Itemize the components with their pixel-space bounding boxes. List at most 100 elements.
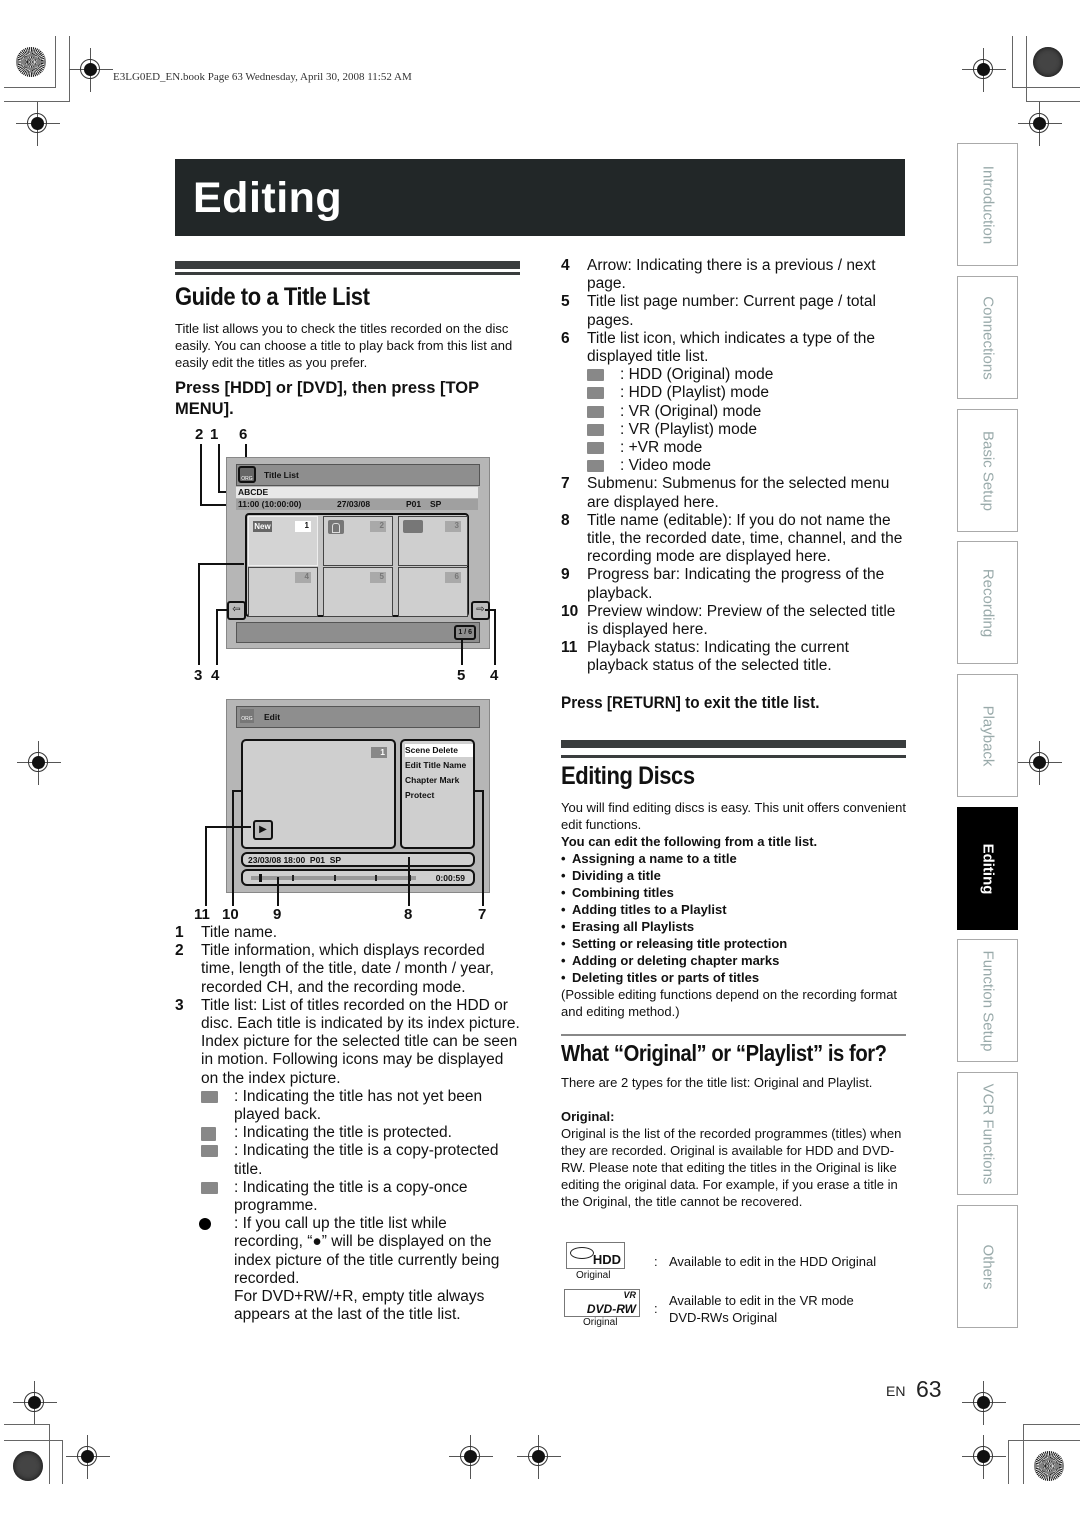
description-item: 11 Playback status: Indicating the curren… [561,639,906,675]
section-rule [561,755,906,758]
title-cell[interactable]: 4 [248,567,318,617]
mode-icon-item: : +VR mode [587,439,906,457]
starburst-mark-icon [16,47,46,77]
crop-line [1023,1424,1024,1484]
submenu-item-protect[interactable]: Protect [405,789,434,802]
progress-position-marker[interactable] [259,874,263,882]
mode-icon-item: : Video mode [587,457,906,475]
title-cell[interactable]: 2 [323,516,393,566]
guide-heading: Guide to a Title List [175,283,370,311]
icon-legend-text: : If you call up the title list while re… [234,1215,500,1287]
side-tab-basic-setup[interactable]: Basic Setup [957,409,1018,532]
side-tab-introduction[interactable]: Introduction [957,143,1018,266]
item-number: 1 [175,924,184,941]
title-cell[interactable]: 3 [398,516,468,566]
callout-line [216,609,228,611]
item-text: Title name. [201,924,278,941]
new-icon [201,1090,218,1103]
copy-once-icon [201,1181,218,1194]
dvd-rw-logo-caption: Original [583,1317,618,1328]
icon-legend-item: : Indicating the title is a copy-protect… [201,1142,520,1178]
title-name-field[interactable]: 23/03/08 18:00 P01 SP [241,852,475,867]
chapter-mark-tick [292,875,295,881]
progress-bar[interactable] [251,874,416,882]
screen-title-bar: ORG Edit [236,706,480,728]
item-number: 6 [561,329,570,347]
side-tab-vcr-functions[interactable]: VCR Functions [957,1072,1018,1195]
callout-line [408,857,410,906]
preview-title-number: 1 [371,747,387,758]
title-cell-number: 4 [295,572,311,583]
crop-line [1023,1424,1080,1425]
callout-line [218,444,220,493]
title-info-channel: P01 [406,499,422,509]
mode-icon-text: : HDD (Playlist) mode [620,384,769,402]
edit-function-item: Adding or deleting chapter marks [561,952,906,969]
recording-dot-icon [199,1218,211,1231]
left-description-list: 1 Title name. 2 Title information, which d… [175,924,520,1324]
mode-icon-item: : HDD (Playlist) mode [587,384,906,402]
hdd-playlist-icon [587,387,604,400]
callout-number: 10 [222,906,239,923]
side-tab-connections[interactable]: Connections [957,276,1018,399]
item-text: Submenu: Submenus for the selected menu … [587,475,890,511]
dvd-rw-logo-vr: VR [623,1290,636,1300]
callout-number: 3 [194,667,203,684]
callout-number: 6 [239,426,248,443]
icon-legend-item: : Indicating the title is protected. [201,1124,520,1142]
crosshair-mark-icon [962,1435,1006,1479]
vr-playlist-icon [587,423,604,436]
page-bar: 1 / 6 [236,622,480,643]
mode-icon-text: : VR (Playlist) mode [620,420,757,438]
new-icon: New [253,521,272,532]
title-cell[interactable]: 6 [398,567,468,617]
callout-line [232,790,234,906]
callout-line [205,826,251,828]
section-bar [175,261,520,269]
title-cell-number: 3 [445,521,461,532]
print-header: E3LG0ED_EN.book Page 63 Wednesday, April… [113,71,412,83]
item-text: Title list: List of titles recorded on t… [201,996,520,1087]
previous-page-arrow-icon[interactable]: ⇦ [227,601,246,620]
original-label: Original: [561,1109,615,1124]
side-tab-recording[interactable]: Recording [957,541,1018,664]
side-tab-playback[interactable]: Playback [957,674,1018,797]
edit-function-item: Dividing a title [561,867,906,884]
submenu-item-edit-title-name[interactable]: Edit Title Name [405,759,466,772]
crosshair-mark-icon [962,48,1006,92]
icon-legend-text: : Indicating the title is a copy-once pr… [234,1178,468,1215]
side-tab-editing[interactable]: Editing [957,807,1018,930]
screen-title-bar: ORG Title List [236,464,480,486]
icon-legend-text: : Indicating the title is protected. [234,1124,452,1142]
org-mode-icon: ORG [240,709,254,723]
original-playlist-intro: There are 2 types for the title list: Or… [561,1075,873,1090]
page-number: 63 [916,1376,942,1402]
crosshair-mark-icon [13,1381,57,1425]
copy-once-icon [403,520,423,533]
callout-number: 11 [194,906,210,923]
crop-line [49,1424,50,1484]
right-description-list: 4 Arrow: Indicating there is a previous /… [561,257,906,676]
side-tab-others[interactable]: Others [957,1205,1018,1328]
submenu-item-chapter-mark[interactable]: Chapter Mark [405,774,459,787]
description-item: 10 Preview window: Preview of the selecte… [561,603,906,639]
screen-title: Title List [264,470,299,480]
crop-line [4,1424,50,1425]
crop-line [1008,1440,1009,1484]
title-cell[interactable]: 5 [323,567,393,617]
mode-icon-text: : +VR mode [620,439,703,457]
icon-legend-text: : Indicating the title is a copy-protect… [234,1142,499,1178]
description-item: 9 Progress bar: Indicating the progress o… [561,566,906,602]
dark-disc-mark-icon [13,1451,43,1481]
original-text: Original is the list of the recorded pro… [561,1126,902,1209]
callout-number: 7 [478,906,487,923]
side-tab-function-setup[interactable]: Function Setup [957,939,1018,1062]
submenu-item-scene-delete[interactable]: Scene Delete [405,744,473,757]
title-cell[interactable]: New 1 [248,516,318,566]
title-info-time: 11:00 (10:00:00) [238,499,302,509]
mode-icon-text: : HDD (Original) mode [620,366,774,384]
plus-vr-icon [587,442,604,455]
editing-discs-heading: Editing Discs [561,762,695,790]
screen-title: Edit [264,712,281,722]
guide-step: Press [HDD] or [DVD], then press [TOP ME… [175,379,479,418]
